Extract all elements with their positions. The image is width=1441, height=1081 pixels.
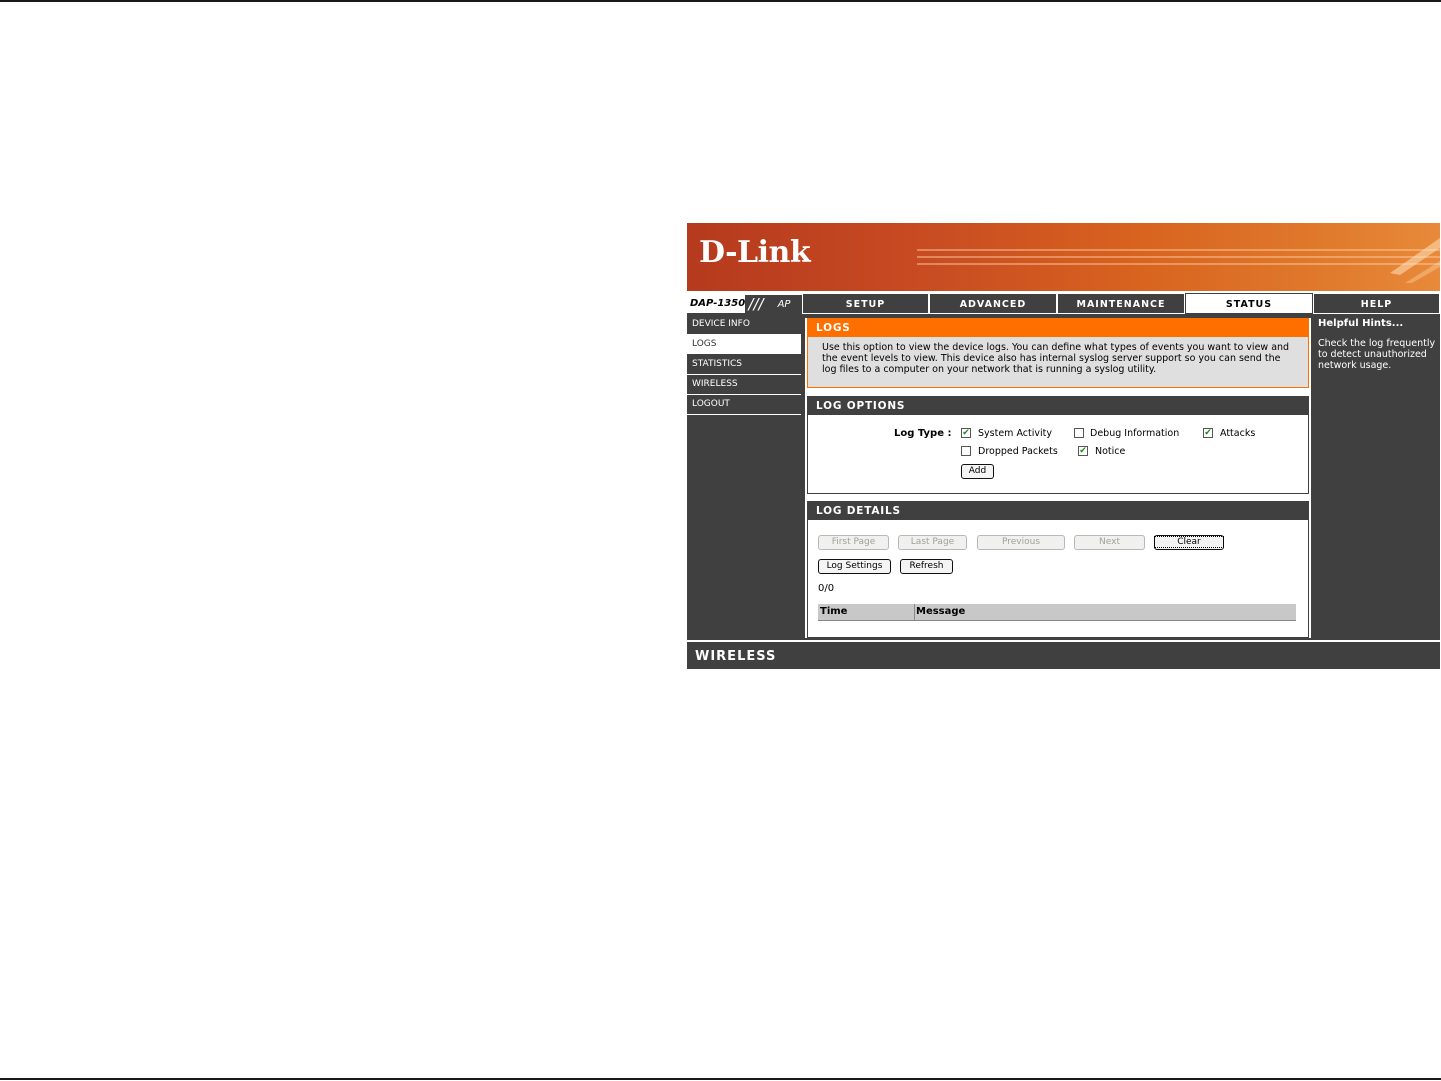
model-separator: /// [745,295,767,314]
logs-title: LOGS [808,319,1308,337]
logs-description: Use this option to view the device logs.… [822,342,1290,375]
tab-advanced[interactable]: ADVANCED [929,293,1057,314]
banner-stripe [917,256,1440,258]
last-page-button[interactable]: Last Page [898,535,967,550]
system-activity-checkbox[interactable]: ✔ [961,428,971,438]
clear-button-label: Clear [1154,536,1224,548]
debug-information-label: Debug Information [1090,428,1180,439]
banner-stripe [917,249,1440,251]
system-activity-label: System Activity [978,428,1052,439]
log-options-title: LOG OPTIONS [808,397,1308,415]
attacks-label: Attacks [1220,428,1256,439]
model-badge: DAP-1350 /// AP [687,295,801,314]
add-button[interactable]: Add [961,464,994,479]
tab-help[interactable]: HELP [1313,293,1440,314]
debug-information-checkbox[interactable] [1074,428,1084,438]
top-rule [0,0,1441,2]
log-settings-button[interactable]: Log Settings [818,559,891,574]
column-separator [914,604,915,621]
dropped-packets-checkbox[interactable] [961,446,971,456]
wireless-footer-logo: WIRELESS [695,649,777,664]
logs-intro-box: LOGS Use this option to view the device … [807,318,1309,388]
help-title: Helpful Hints... [1318,318,1404,329]
clear-button[interactable]: Clear [1154,535,1224,550]
dlink-logo: D-Link [699,235,811,270]
footer-bar: WIRELESS [687,640,1440,669]
log-type-label: Log Type : [894,428,952,439]
tab-setup[interactable]: SETUP [802,293,929,314]
sidebar-item-logs[interactable]: LOGS [687,335,801,355]
banner-stripe [917,263,1440,265]
sidebar-item-logout[interactable]: LOGOUT [687,395,801,415]
notice-checkbox[interactable]: ✔ [1078,446,1088,456]
column-time: Time [820,606,848,617]
attacks-checkbox[interactable]: ✔ [1203,428,1213,438]
banner-swoosh-icon [1390,238,1440,283]
help-text: Check the log frequently to detect unaut… [1318,338,1436,371]
log-table-header: Time Message [818,604,1296,621]
sidebar-item-statistics[interactable]: STATISTICS [687,355,801,375]
main-content: LOGS Use this option to view the device … [805,318,1311,638]
sidebar: DEVICE INFO LOGS STATISTICS WIRELESS LOG… [687,315,801,415]
next-button[interactable]: Next [1074,535,1145,550]
tab-maintenance[interactable]: MAINTENANCE [1057,293,1185,314]
router-admin-panel: D-Link DAP-1350 /// AP SETUP ADVANCED MA… [687,223,1440,669]
sidebar-item-device-info[interactable]: DEVICE INFO [687,315,801,335]
log-details-title: LOG DETAILS [808,502,1308,520]
log-count: 0/0 [818,583,835,594]
notice-label: Notice [1095,446,1126,457]
refresh-button[interactable]: Refresh [900,559,953,574]
previous-button[interactable]: Previous [977,535,1065,550]
sidebar-item-wireless[interactable]: WIRELESS [687,375,801,395]
model-name: DAP-1350 [690,298,746,309]
column-message: Message [916,606,966,617]
bottom-rule [0,1078,1441,1080]
brand-banner: D-Link [687,223,1440,291]
log-details-box: LOG DETAILS First Page Last Page Previou… [807,501,1309,638]
tab-status[interactable]: STATUS [1185,293,1313,314]
first-page-button[interactable]: First Page [818,535,889,550]
model-mode: AP [767,295,801,314]
log-options-box: LOG OPTIONS Log Type : ✔ System Activity… [807,396,1309,494]
dropped-packets-label: Dropped Packets [978,446,1058,457]
